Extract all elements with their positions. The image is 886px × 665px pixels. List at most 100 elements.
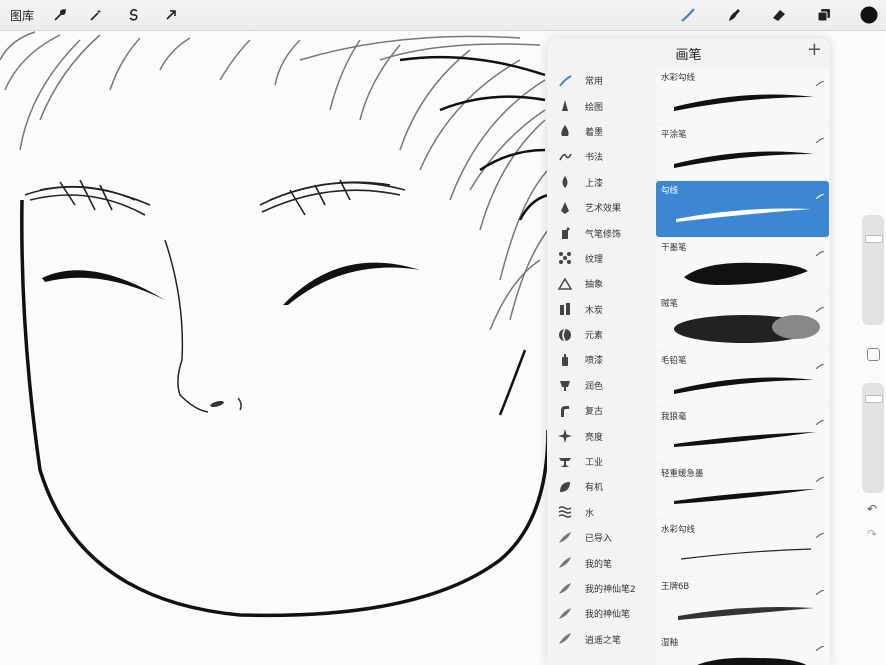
brush-set-item[interactable]: 我的神仙笔 <box>547 601 655 626</box>
brush-stroke-preview <box>674 94 814 111</box>
brush-item[interactable]: 水彩勾线 <box>656 68 829 124</box>
brush-tag-icon <box>815 354 825 369</box>
brush-set-item[interactable]: 抽象 <box>547 271 655 296</box>
feather-icon <box>556 631 574 647</box>
brush-tag-icon <box>815 128 825 143</box>
brush-stroke-preview <box>684 262 808 285</box>
brush-set-label: 有机 <box>585 483 604 494</box>
brush-set-label: 元素 <box>585 331 604 342</box>
brush-set-item[interactable]: 书法 <box>547 144 655 169</box>
brush-set-item[interactable]: 亮度 <box>547 423 655 448</box>
brush-set-label: 艺术效果 <box>585 204 622 215</box>
add-brush-button[interactable]: + <box>807 41 822 59</box>
brush-icon[interactable] <box>680 5 696 25</box>
brush-set-list: 常用绘图着墨书法上漆艺术效果气笔修饰纹理 抽象木炭元素喷漆润色 复古亮度工业有机水已… <box>547 68 655 652</box>
imported-icon <box>556 530 574 546</box>
brush-item[interactable]: 水彩勾线 <box>656 520 829 576</box>
vintage-icon <box>556 403 574 419</box>
brush-tag-icon <box>815 580 825 595</box>
brush-size-knob[interactable] <box>865 235 883 243</box>
brush-stroke-preview <box>674 432 816 447</box>
inking-icon <box>556 123 574 139</box>
spraypaint-icon <box>556 352 574 368</box>
texture-icon <box>556 250 574 266</box>
right-sidebar: ↶ ↷ <box>862 215 884 545</box>
brush-set-label: 着墨 <box>585 127 604 138</box>
brush-set-label: 木炭 <box>585 305 604 316</box>
brush-set-item[interactable]: 我的笔 <box>547 550 655 575</box>
brush-stroke-preview <box>674 315 820 343</box>
brush-set-item[interactable]: 润色 <box>547 373 655 398</box>
brush-list: 水彩勾线 平涂笔 勾线 干墨笔 贼笔 毛铅笔 我狼毫 轻重缓急墨 水彩勾线 王牌6B 湿釉 <box>656 68 829 665</box>
brush-set-item[interactable]: 有机 <box>547 474 655 499</box>
brush-stroke-preview <box>674 377 814 394</box>
brush-set-item[interactable]: 常用 <box>547 68 655 93</box>
brush-set-item[interactable]: 我的神仙笔2 <box>547 576 655 601</box>
brush-item[interactable]: 王牌6B <box>656 576 829 632</box>
brush-tag-icon <box>815 241 825 256</box>
brush-set-item[interactable]: 逍遥之笔 <box>547 627 655 652</box>
brush-set-item[interactable]: 已导入 <box>547 525 655 550</box>
charcoal-icon <box>556 301 574 317</box>
brush-set-item[interactable]: 工业 <box>547 449 655 474</box>
feather-icon <box>556 555 574 571</box>
abstract-icon <box>556 276 574 292</box>
eraser-icon[interactable] <box>771 5 787 25</box>
brush-set-label: 我的神仙笔 <box>585 610 631 621</box>
brush-item[interactable]: 干墨笔 <box>656 237 829 293</box>
brush-set-item[interactable]: 水 <box>547 500 655 525</box>
brush-library-panel: 画笔 + 常用绘图着墨书法上漆艺术效果气笔修饰纹理 抽象木炭元素喷漆润色 复古亮度工… <box>547 38 830 665</box>
transform-arrow-icon[interactable] <box>163 5 179 25</box>
brush-stroke-preview <box>680 548 812 560</box>
brush-set-label: 喷漆 <box>585 356 604 367</box>
wrench-icon[interactable] <box>52 5 68 25</box>
brush-set-item[interactable]: 元素 <box>547 322 655 347</box>
brush-set-label: 工业 <box>585 458 604 469</box>
brush-stroke-preview <box>676 208 811 222</box>
sketching-icon <box>556 98 574 114</box>
brush-set-label: 绘图 <box>585 102 604 113</box>
brush-set-item[interactable]: 木炭 <box>547 297 655 322</box>
brush-size-slider[interactable] <box>862 215 884 325</box>
brush-item[interactable]: 我狼毫 <box>656 407 829 463</box>
brush-set-item[interactable]: 着墨 <box>547 119 655 144</box>
feather-icon <box>556 581 574 597</box>
brush-item[interactable]: 轻重缓急墨 <box>656 463 829 519</box>
brush-set-item[interactable]: 绘图 <box>547 93 655 118</box>
modify-button[interactable] <box>867 348 880 361</box>
color-icon[interactable] <box>860 5 878 25</box>
layers-icon[interactable] <box>816 5 832 25</box>
brush-set-item[interactable]: 喷漆 <box>547 347 655 372</box>
brush-tag-icon <box>815 184 825 200</box>
brush-stroke-preview <box>674 488 816 504</box>
brush-set-label: 气笔修饰 <box>585 229 622 240</box>
brush-set-label: 亮度 <box>585 432 604 443</box>
brush-set-label: 逍遥之笔 <box>585 635 622 646</box>
brush-set-item[interactable]: 艺术效果 <box>547 195 655 220</box>
brush-set-item[interactable]: 纹理 <box>547 246 655 271</box>
brush-item[interactable]: 平涂笔 <box>656 124 829 180</box>
brush-set-label: 书法 <box>585 153 604 164</box>
brush-stroke-preview <box>674 151 814 168</box>
brush-item[interactable]: 毛铅笔 <box>656 350 829 406</box>
recent-icon <box>556 73 574 89</box>
panel-title: 画笔 <box>675 48 702 63</box>
brush-set-item[interactable]: 气笔修饰 <box>547 220 655 245</box>
brush-item-selected[interactable]: 勾线 <box>656 181 829 237</box>
smudge-icon[interactable] <box>726 5 742 25</box>
brush-item[interactable]: 贼笔 <box>656 294 829 350</box>
gallery-button[interactable]: 图库 <box>10 5 34 25</box>
water-icon <box>556 504 574 520</box>
brush-set-item[interactable]: 上漆 <box>547 170 655 195</box>
opacity-knob[interactable] <box>865 395 883 403</box>
selection-s-icon[interactable] <box>126 5 142 25</box>
top-toolbar: 图库 <box>0 0 886 31</box>
brush-tag-icon <box>815 636 825 652</box>
brush-tag-icon <box>815 71 825 87</box>
undo-icon[interactable]: ↶ <box>867 502 877 516</box>
magic-wand-icon[interactable] <box>88 5 104 25</box>
brush-set-item[interactable]: 复古 <box>547 398 655 423</box>
redo-icon[interactable]: ↷ <box>867 527 877 541</box>
opacity-slider[interactable] <box>862 383 884 493</box>
brush-item[interactable]: 湿釉 <box>656 633 829 665</box>
